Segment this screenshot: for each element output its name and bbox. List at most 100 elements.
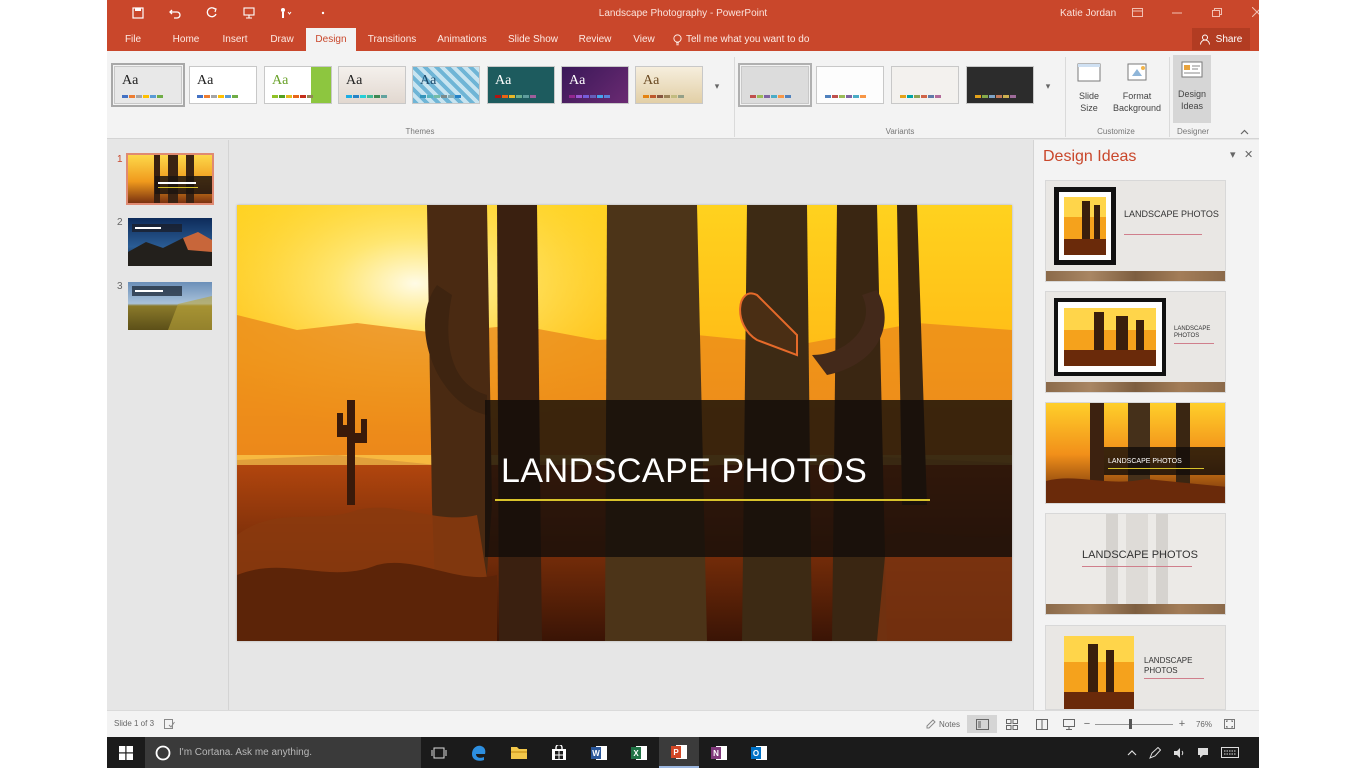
window-controls (1117, 4, 1259, 20)
close-pane-icon[interactable]: ✕ (1244, 148, 1253, 161)
close-icon[interactable] (1237, 4, 1259, 20)
powerpoint-icon[interactable]: P (659, 737, 699, 768)
volume-icon[interactable] (1173, 747, 1185, 759)
outlook-icon[interactable]: O (739, 737, 779, 768)
tab-design[interactable]: Design (306, 28, 356, 51)
tab-draw[interactable]: Draw (262, 28, 302, 51)
design-idea-1[interactable]: LANDSCAPE PHOTOS (1045, 180, 1226, 282)
onenote-icon[interactable]: N (699, 737, 739, 768)
tab-transitions[interactable]: Transitions (363, 28, 421, 51)
tab-home[interactable]: Home (165, 28, 207, 51)
slide-title[interactable]: LANDSCAPE PHOTOS (501, 452, 867, 491)
svg-text:W: W (592, 749, 600, 758)
design-idea-4[interactable]: LANDSCAPE PHOTOS (1045, 513, 1226, 615)
variant-2[interactable] (816, 66, 884, 104)
minimize-icon[interactable] (1157, 4, 1197, 20)
theme-retrospect[interactable]: Aa (635, 66, 703, 104)
slide-thumbnail-3[interactable] (128, 282, 212, 330)
zoom-thumb[interactable] (1129, 719, 1132, 729)
zoom-in-button[interactable]: + (1175, 715, 1189, 733)
chevron-up-icon[interactable] (1127, 749, 1137, 756)
status-right: Notes − + 76% (919, 715, 1239, 733)
slide-number: 2 (117, 217, 123, 228)
slide-sorter-icon[interactable] (997, 715, 1027, 733)
lightbulb-icon (673, 33, 682, 45)
slide-show-icon[interactable] (1057, 715, 1081, 733)
theme-ion[interactable]: Aa (487, 66, 555, 104)
tab-review[interactable]: Review (573, 28, 617, 51)
tab-slide-show[interactable]: Slide Show (504, 28, 562, 51)
format-background-button[interactable]: Format Background (1109, 57, 1165, 119)
tab-file[interactable]: File (116, 28, 150, 51)
action-center-icon[interactable] (1197, 747, 1209, 759)
slide-thumbnail-1[interactable] (126, 153, 214, 205)
slide-title-box[interactable]: LANDSCAPE PHOTOS (485, 400, 1012, 557)
wood-floor (1046, 271, 1225, 281)
user-name[interactable]: Katie Jordan (1060, 8, 1116, 19)
zoom-slider[interactable] (1093, 715, 1175, 733)
theme-sample: Aa (122, 73, 139, 88)
tab-insert[interactable]: Insert (214, 28, 256, 51)
idea-underline (1108, 468, 1204, 469)
ribbon-design: Aa Aa Aa Aa Aa Aa Aa Aa ▾ Themes ▾ Varia… (107, 51, 1259, 139)
design-idea-3[interactable]: LANDSCAPE PHOTOS (1045, 402, 1226, 504)
normal-view-icon[interactable] (967, 715, 997, 733)
idea-title: LANDSCAPE PHOTOS (1124, 209, 1219, 219)
theme-ion-boardroom[interactable]: Aa (412, 66, 480, 104)
status-bar: Slide 1 of 3 Notes − + 76% (107, 710, 1259, 737)
tab-animations[interactable]: Animations (432, 28, 492, 51)
title-underline (495, 499, 930, 501)
idea-title-box: LANDSCAPE PHOTOS (1104, 447, 1225, 475)
zoom-level[interactable]: 76% (1189, 715, 1219, 733)
design-idea-2[interactable]: LANDSCAPE PHOTOS (1045, 291, 1226, 393)
variant-1[interactable] (738, 63, 812, 107)
slide-size-button[interactable]: Slide Size (1071, 57, 1107, 119)
notes-icon (926, 719, 936, 729)
themes-more-icon[interactable]: ▾ (710, 67, 724, 105)
tab-view[interactable]: View (625, 28, 663, 51)
start-button[interactable] (107, 737, 145, 768)
current-slide[interactable]: LANDSCAPE PHOTOS (237, 205, 1012, 641)
theme-office[interactable]: Aa (189, 66, 257, 104)
variants-group-label: Variants (885, 127, 915, 136)
file-explorer-icon[interactable] (499, 737, 539, 768)
theme-integral[interactable]: Aa (338, 66, 406, 104)
theme-organic[interactable]: Aa (561, 66, 629, 104)
reading-view-icon[interactable] (1027, 715, 1057, 733)
edge-icon[interactable] (459, 737, 499, 768)
theme-facet[interactable]: Aa (264, 66, 332, 104)
system-tray (1127, 737, 1239, 768)
photo (1064, 636, 1134, 709)
excel-icon[interactable]: X (619, 737, 659, 768)
share-button[interactable]: Share (1192, 28, 1250, 50)
design-idea-5[interactable]: LANDSCAPE PHOTOS (1045, 625, 1226, 710)
collapse-ribbon-icon[interactable] (1240, 127, 1249, 137)
slide-thumbnail-2[interactable] (128, 218, 212, 266)
tell-me-box[interactable]: Tell me what you want to do (673, 28, 809, 51)
theme-office-theme[interactable]: Aa (111, 63, 185, 107)
design-ideas-button[interactable]: Design Ideas (1173, 55, 1211, 123)
slide-size-icon (1077, 63, 1101, 82)
keyboard-icon[interactable] (1221, 747, 1239, 758)
task-view-icon[interactable] (419, 737, 459, 768)
pane-options-icon[interactable]: ▾ (1230, 148, 1236, 161)
variant-4[interactable] (966, 66, 1034, 104)
restore-icon[interactable] (1197, 4, 1237, 20)
pen-icon[interactable] (1149, 746, 1161, 759)
zoom-out-button[interactable]: − (1081, 715, 1093, 733)
theme-sample: Aa (197, 73, 214, 88)
fit-to-window-icon[interactable] (1219, 715, 1239, 733)
word-icon[interactable]: W (579, 737, 619, 768)
variant-3[interactable] (891, 66, 959, 104)
theme-sample: Aa (495, 73, 512, 88)
cortana-placeholder: I'm Cortana. Ask me anything. (179, 747, 313, 758)
idea-title: LANDSCAPE PHOTOS (1108, 458, 1182, 465)
store-icon[interactable] (539, 737, 579, 768)
spelling-check-icon[interactable] (164, 719, 175, 729)
ribbon-display-options-icon[interactable] (1117, 4, 1157, 20)
variants-more-icon[interactable]: ▾ (1041, 67, 1055, 105)
cortana-search-box[interactable]: I'm Cortana. Ask me anything. (145, 737, 421, 768)
notes-button[interactable]: Notes (919, 715, 967, 733)
idea-title: LANDSCAPE PHOTOS (1144, 656, 1193, 675)
slide-size-label-1: Slide (1078, 91, 1099, 101)
